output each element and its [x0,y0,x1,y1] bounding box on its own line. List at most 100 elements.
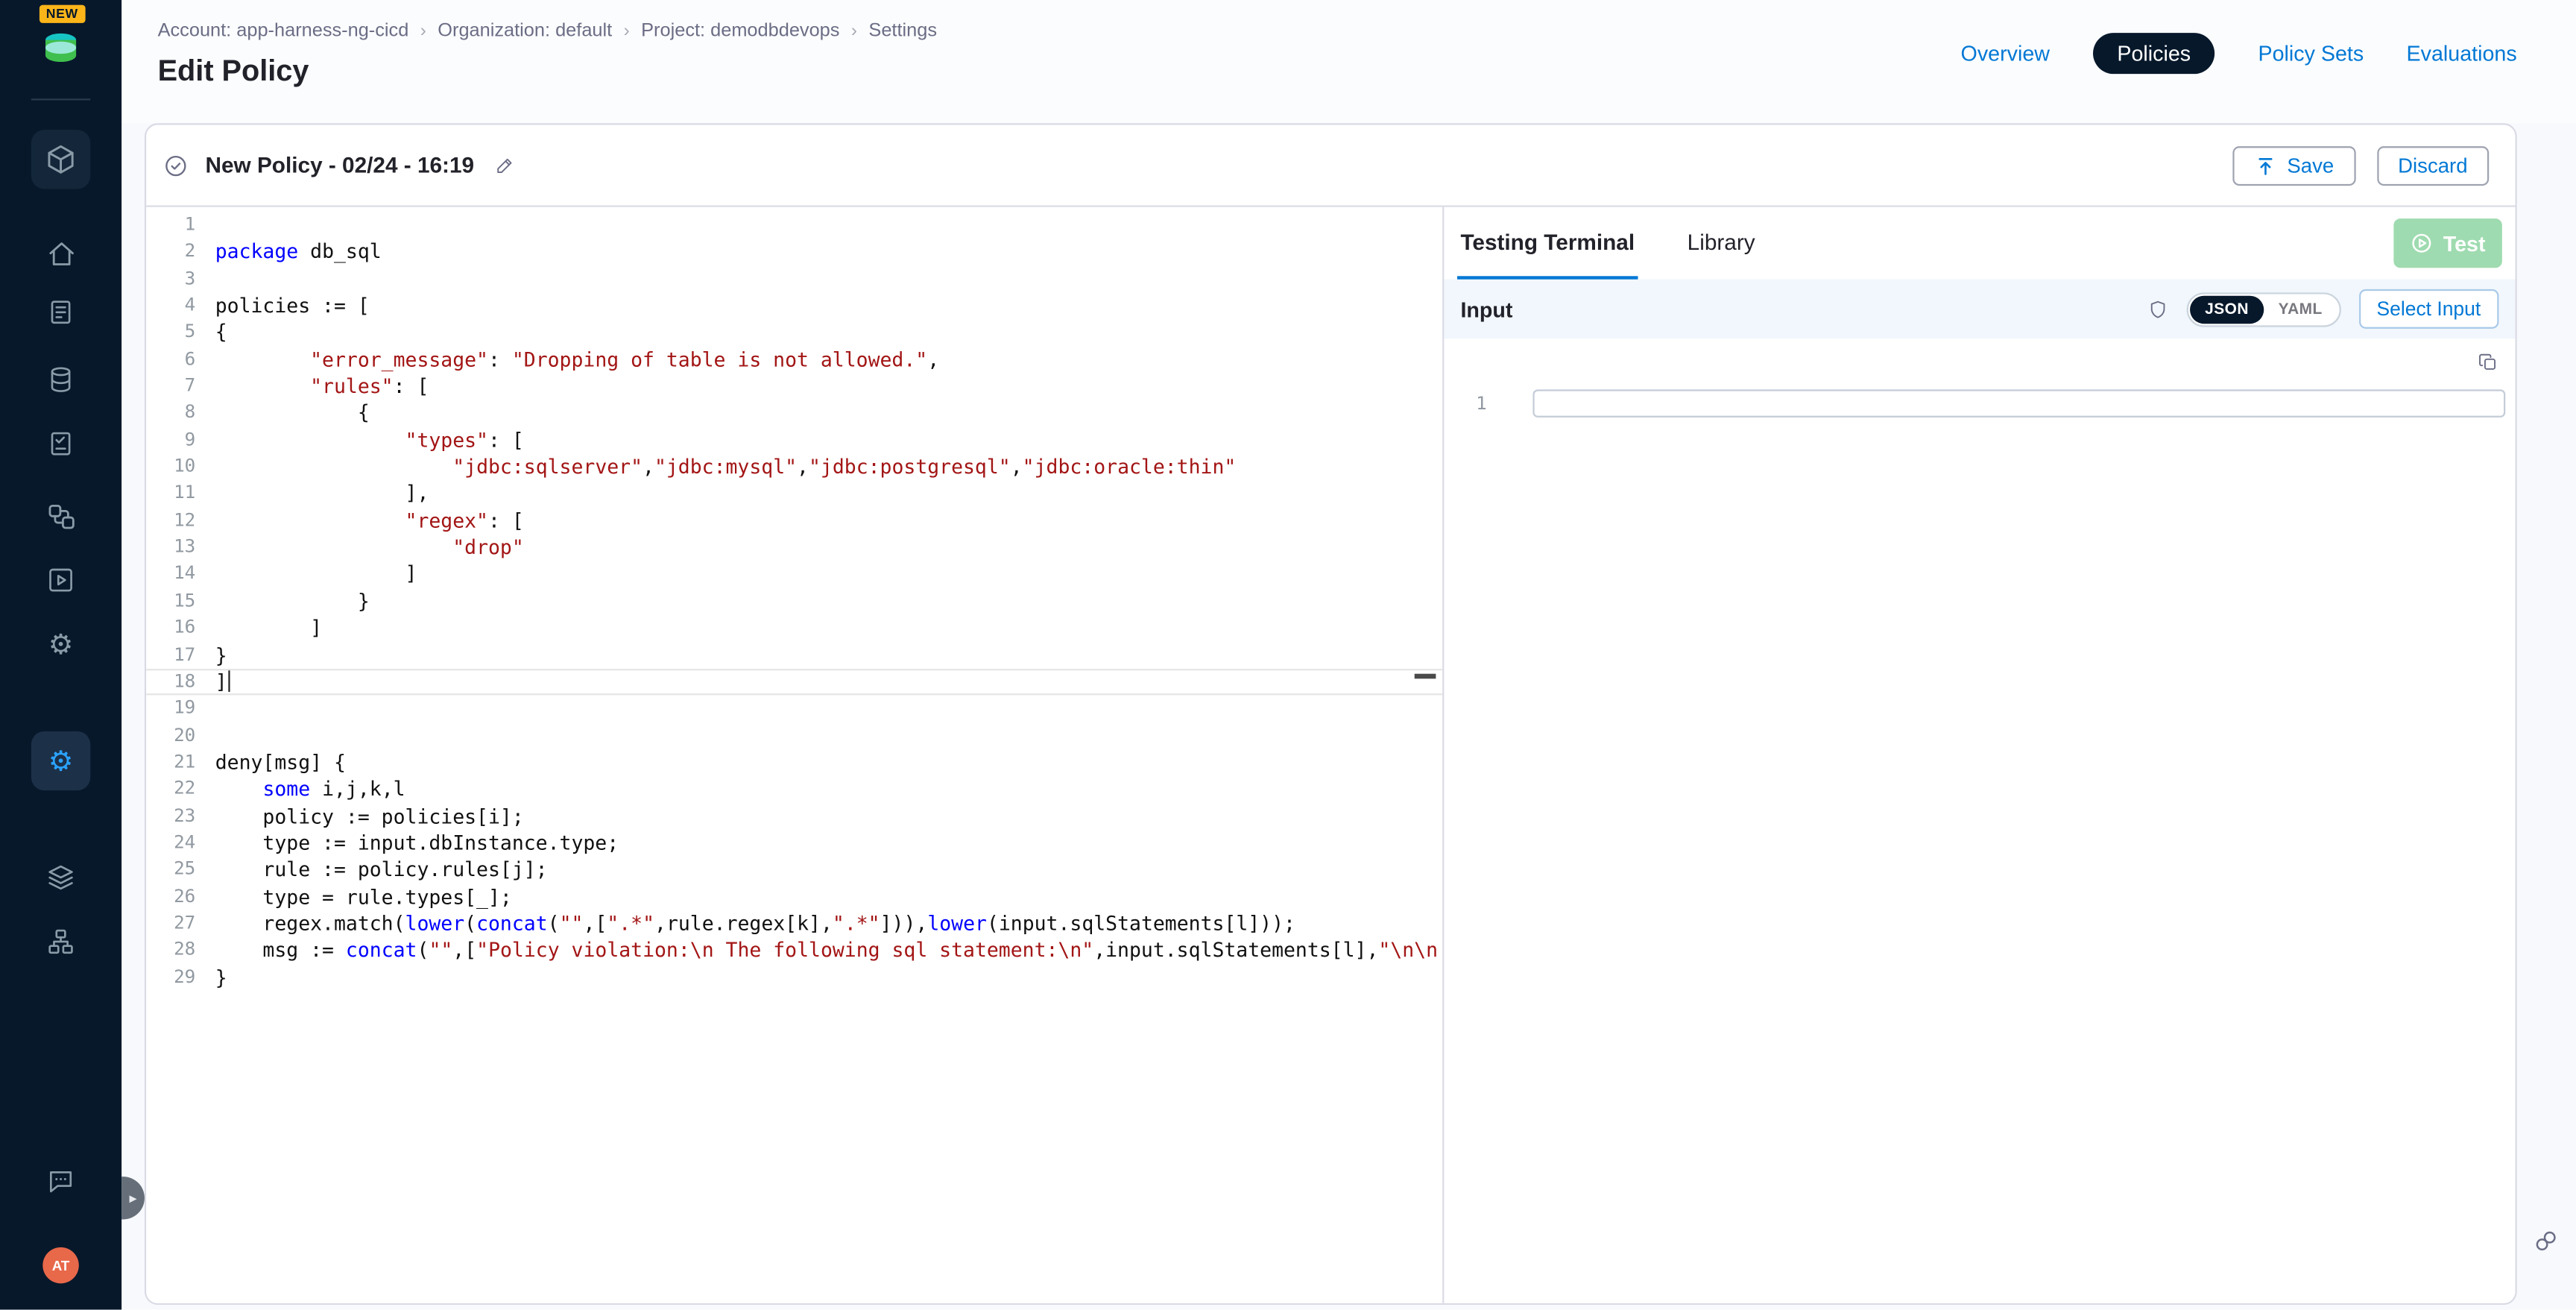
sidebar-item-pipelines[interactable] [31,486,90,545]
code-line-24[interactable]: 24 type := input.dbInstance.type; [146,830,1442,857]
home-icon [45,237,77,268]
line-number: 12 [146,508,195,535]
discard-button[interactable]: Discard [2377,145,2490,185]
breadcrumb-organization[interactable]: Organization: default [438,22,612,41]
code-line-15[interactable]: 15 } [146,588,1442,615]
code-line-9[interactable]: 9 "types": [ [146,427,1442,454]
chat-bubble-icon [46,1167,76,1197]
tab-overview[interactable]: Overview [1961,41,2050,66]
code-line-17[interactable]: 17} [146,642,1442,669]
code-line-7[interactable]: 7 "rules": [ [146,373,1442,400]
breadcrumb-separator: › [624,22,630,41]
database-icon [46,365,76,394]
format-option-json[interactable]: JSON [2190,295,2263,323]
code-line-11[interactable]: 11 ], [146,481,1442,508]
code-line-6[interactable]: 6 "error_message": "Dropping of table is… [146,346,1442,373]
input-label: Input [1460,297,1512,321]
breadcrumb-separator: › [851,22,857,41]
upload-save-icon [2254,154,2277,177]
layers-icon [46,863,76,892]
code-line-28[interactable]: 28 msg := concat("",["Policy violation:\… [146,937,1442,964]
code-line-21[interactable]: 21deny[msg] { [146,749,1442,776]
sidebar-item-organization[interactable] [31,912,90,971]
sidebar-item-chat[interactable] [31,1152,90,1211]
policy-name: New Policy - 02/24 - 16:19 [206,153,475,177]
code-line-14[interactable]: 14 ] [146,561,1442,588]
code-line-10[interactable]: 10 "jdbc:sqlserver","jdbc:mysql","jdbc:p… [146,454,1442,481]
page-header: Account: app-harness-ng-cicd › Organizat… [121,0,2576,123]
sidebar-item-modules[interactable] [31,130,90,189]
code-line-1[interactable]: 1 [146,212,1442,239]
sidebar-item-home[interactable] [31,224,90,283]
overview-ruler-cursor-marker [1415,674,1436,678]
code-line-12[interactable]: 12 "regex": [ [146,508,1442,535]
settings-gear-icon: ⚙ [48,747,74,775]
edit-pencil-icon[interactable] [494,154,516,176]
line-number: 4 [146,292,195,319]
executions-icon [46,565,76,595]
code-line-23[interactable]: 23 policy := policies[i]; [146,803,1442,830]
line-number: 2 [146,239,195,265]
code-line-4[interactable]: 4policies := [ [146,292,1442,319]
shield-icon [2147,298,2169,320]
breadcrumb-settings[interactable]: Settings [868,22,937,41]
sidebar: NEW [0,0,121,1310]
tab-policy-sets[interactable]: Policy Sets [2258,41,2364,66]
code-line-19[interactable]: 19 [146,696,1442,722]
sidebar-item-audit[interactable] [31,283,90,341]
tab-library[interactable]: Library [1684,207,1758,280]
sidebar-item-settings[interactable]: ⚙ [31,731,90,790]
sidebar-item-layers[interactable] [31,848,90,907]
code-line-25[interactable]: 25 rule := policy.rules[j]; [146,857,1442,884]
code-line-13[interactable]: 13 "drop" [146,535,1442,561]
line-number: 19 [146,696,195,722]
select-input-button[interactable]: Select Input [2358,289,2498,329]
code-line-22[interactable]: 22 some i,j,k,l [146,776,1442,803]
test-button[interactable]: Test [2393,218,2501,268]
avatar[interactable]: AT [42,1247,78,1283]
code-line-20[interactable]: 20 [146,722,1442,749]
sidebar-item-gear[interactable]: ⚙ [31,614,90,673]
policy-code-editor[interactable]: 12package db_sql34policies := [5{6 "erro… [146,207,1444,1303]
line-number: 28 [146,937,195,964]
breadcrumb-project[interactable]: Project: demodbdevops [641,22,839,41]
code-line-8[interactable]: 8 { [146,400,1442,426]
toolbar-actions: Save Discard [2233,145,2490,185]
test-button-label: Test [2443,231,2486,256]
line-number: 27 [146,910,195,937]
format-option-yaml[interactable]: YAML [2264,295,2337,323]
input-line-number: 1 [1444,393,1486,415]
audit-log-icon [46,297,76,327]
line-number: 13 [146,535,195,561]
code-line-2[interactable]: 2package db_sql [146,239,1442,265]
expand-arrow-icon: ▸ [130,1189,137,1207]
sidebar-item-records[interactable] [31,414,90,473]
code-line-16[interactable]: 16 ] [146,615,1442,642]
breadcrumb-account[interactable]: Account: app-harness-ng-cicd [158,22,409,41]
resize-circles-icon[interactable] [2532,1227,2560,1263]
code-line-3[interactable]: 3 [146,265,1442,292]
code-line-26[interactable]: 26 type = rule.types[_]; [146,884,1442,910]
code-line-27[interactable]: 27 regex.match(lower(concat("",[".*",rul… [146,910,1442,937]
sidebar-item-databases[interactable] [31,350,90,409]
input-controls: JSON YAML Select Input [2147,289,2498,329]
line-number: 8 [146,400,195,426]
line-number: 18 [146,669,195,696]
line-number: 9 [146,427,195,454]
tab-evaluations[interactable]: Evaluations [2407,41,2517,66]
input-section-header: Input JSON YAML Select Input [1444,280,2515,338]
code-line-18[interactable]: 18] [146,669,1442,696]
tab-testing-terminal[interactable]: Testing Terminal [1457,207,1638,280]
copy-icon[interactable] [2478,352,2499,374]
policy-module-nav: Overview Policies Policy Sets Evaluation… [1961,33,2517,74]
gear-icon: ⚙ [48,630,74,658]
tab-policies[interactable]: Policies [2092,33,2215,74]
sidebar-item-executions[interactable] [31,550,90,609]
page-title: Edit Policy [158,54,309,89]
test-input-field[interactable] [1532,389,2505,417]
breadcrumb: Account: app-harness-ng-cicd › Organizat… [158,22,937,41]
code-line-29[interactable]: 29} [146,964,1442,991]
card-body: 12package db_sql34policies := [5{6 "erro… [146,207,2515,1303]
code-line-5[interactable]: 5{ [146,319,1442,346]
save-button[interactable]: Save [2233,145,2355,185]
